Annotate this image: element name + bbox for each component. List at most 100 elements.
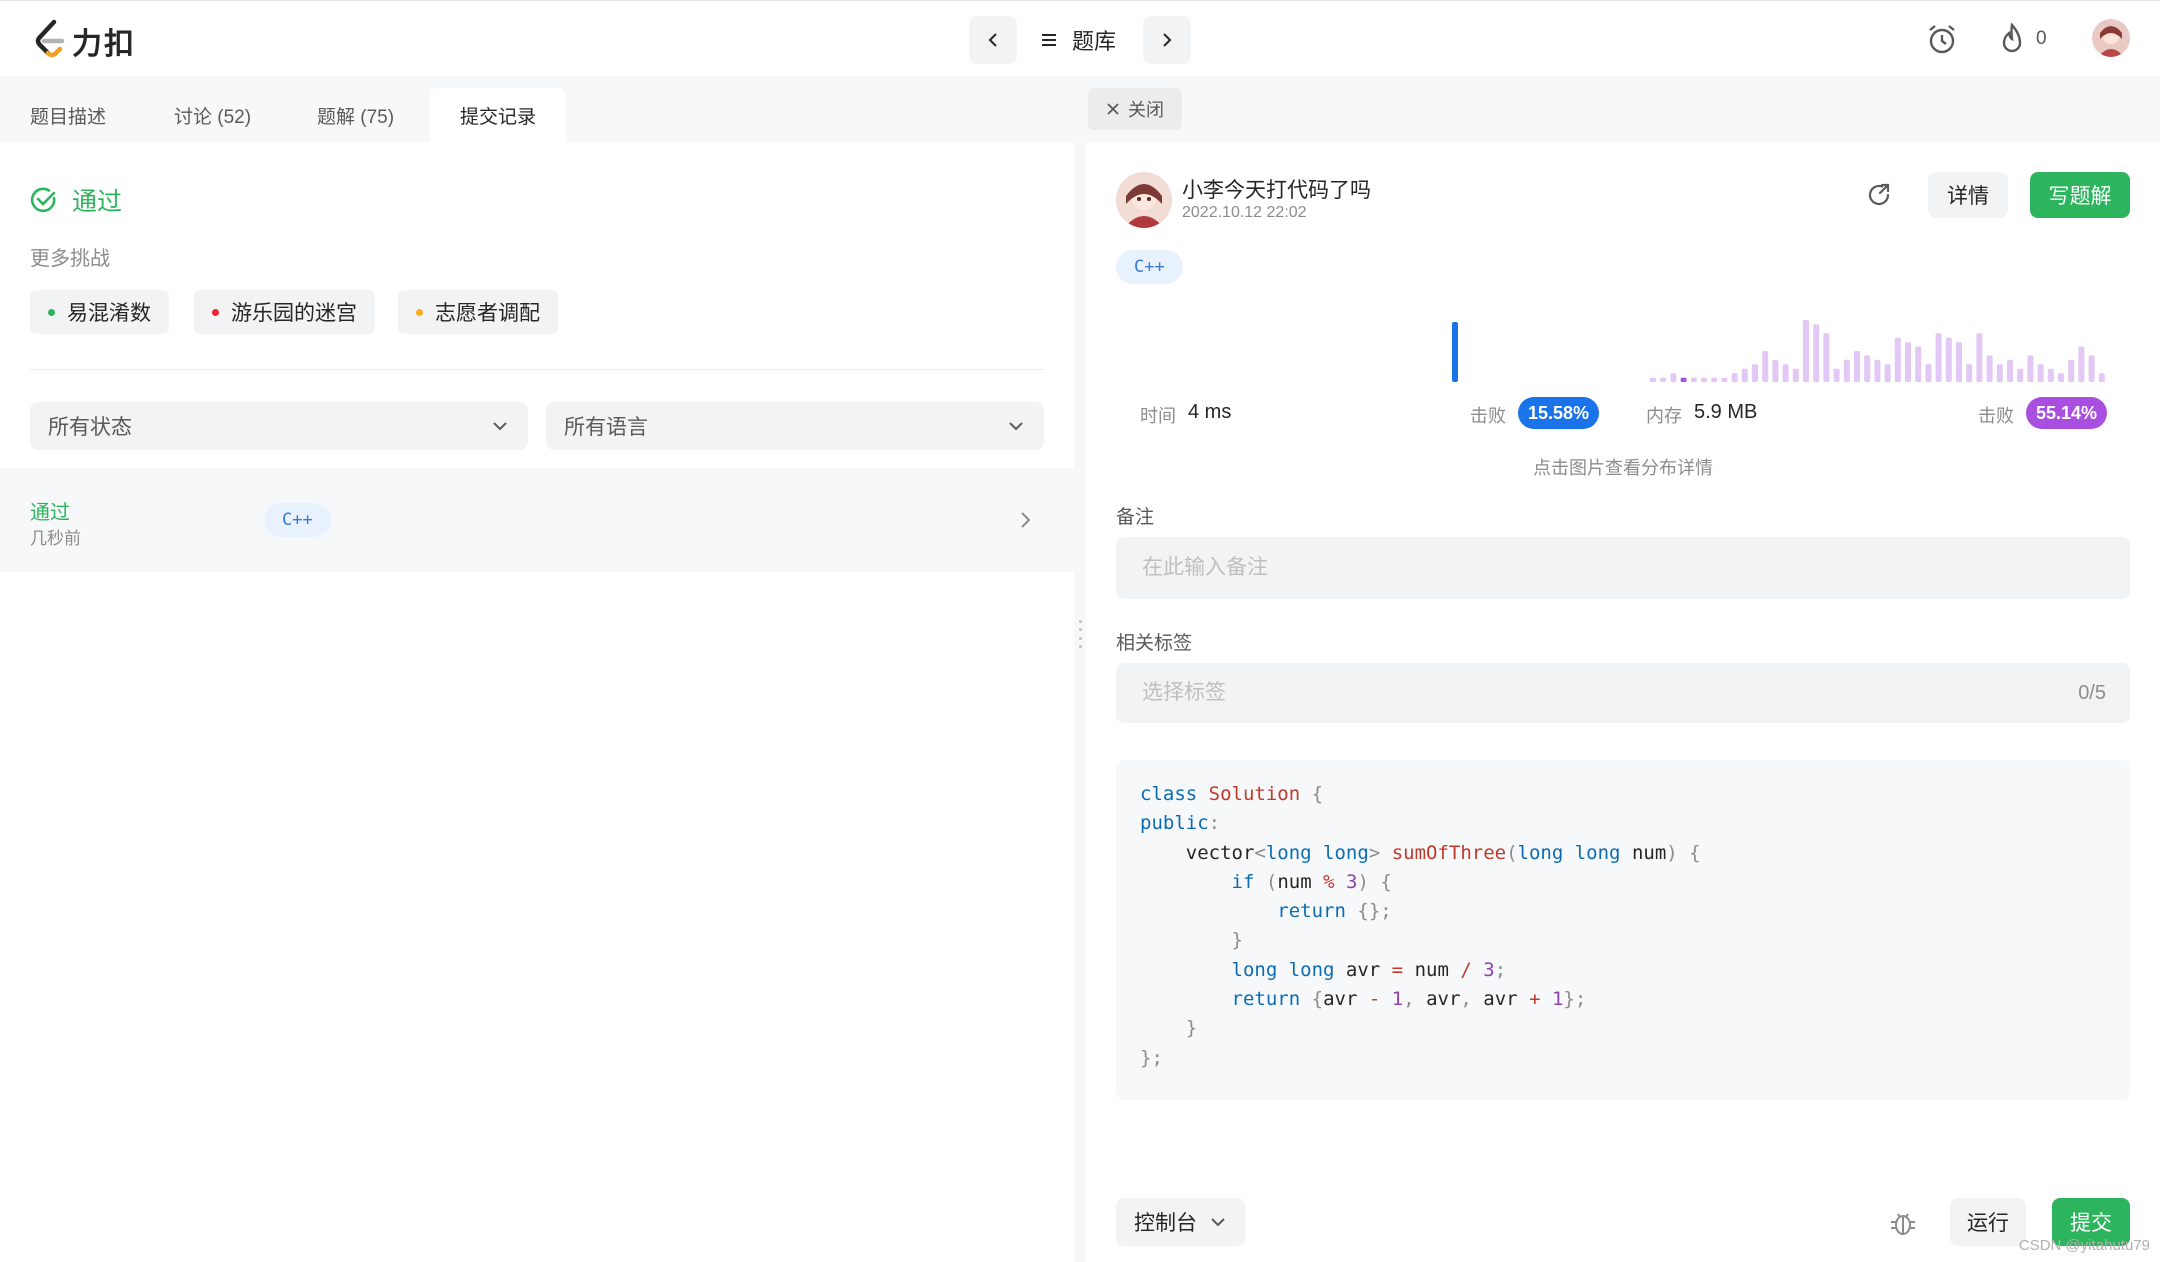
memory-bar xyxy=(1956,342,1962,382)
memory-bar xyxy=(1731,373,1738,382)
memory-bar xyxy=(2027,355,2034,382)
note-input[interactable] xyxy=(1116,537,2130,599)
memory-bar xyxy=(2098,373,2105,382)
memory-bar xyxy=(2058,373,2064,382)
memory-bar xyxy=(1905,342,1911,382)
chevron-right-icon xyxy=(1163,33,1172,47)
memory-distribution-chart[interactable] xyxy=(1646,312,2116,384)
debug-bug-icon[interactable] xyxy=(1886,1206,1920,1240)
runtime-distribution-chart[interactable] xyxy=(1126,312,1586,384)
memory-bar xyxy=(2068,359,2075,382)
tab-submissions[interactable]: 提交记录 xyxy=(430,88,567,142)
prev-problem-button[interactable] xyxy=(969,16,1017,64)
logo-text[interactable]: 力扣 xyxy=(72,19,136,63)
memory-label: 内存 xyxy=(1646,406,1682,426)
memory-bar xyxy=(1752,364,1758,382)
submissions-panel: 通过 更多挑战 易混淆数 游乐园的迷宫 志愿者调配 所有状态 所有语言 通过 几… xyxy=(0,142,1074,1262)
runtime-bar xyxy=(1452,322,1458,382)
challenge-chip[interactable]: 易混淆数 xyxy=(30,290,169,334)
memory-bar xyxy=(1894,337,1901,382)
memory-bar xyxy=(2007,359,2013,382)
tags-input[interactable] xyxy=(1116,663,2130,723)
detail-language-badge: C++ xyxy=(1116,250,1183,284)
close-detail-button[interactable]: 关闭 xyxy=(1088,88,1182,130)
difficulty-dot xyxy=(212,308,219,316)
more-challenges-title: 更多挑战 xyxy=(30,248,110,270)
time-label: 时间 xyxy=(1140,406,1176,426)
time-beat-badge: 15.58% xyxy=(1518,397,1600,429)
tab-discussion[interactable]: 讨论 (52) xyxy=(144,88,281,142)
challenge-label: 易混淆数 xyxy=(67,302,151,325)
time-beat-label: 击败 xyxy=(1470,406,1506,426)
challenge-chip[interactable]: 志愿者调配 xyxy=(398,290,558,334)
problem-bank-button[interactable]: 题库 xyxy=(1040,23,1116,57)
user-avatar[interactable] xyxy=(2092,19,2130,57)
leetcode-logo-icon[interactable] xyxy=(32,19,68,59)
result-status-text: 通过 xyxy=(72,188,123,216)
panel-splitter[interactable] xyxy=(1074,76,1086,1262)
memory-bar xyxy=(1833,368,1840,382)
time-value: 4 ms xyxy=(1188,401,1232,423)
memory-bar xyxy=(1884,364,1891,382)
language-filter-select[interactable]: 所有语言 xyxy=(546,402,1044,450)
memory-bar xyxy=(1986,355,1993,382)
submission-language-badge: C++ xyxy=(264,503,331,537)
memory-bar xyxy=(1864,355,1871,382)
submitter-name[interactable]: 小李今天打代码了吗 xyxy=(1182,174,1371,204)
detail-button[interactable]: 详情 xyxy=(1928,172,2008,218)
splitter-grip-icon[interactable] xyxy=(1078,620,1082,648)
challenge-chip[interactable]: 游乐园的迷宫 xyxy=(194,290,375,334)
memory-bar xyxy=(1996,364,2003,382)
status-filter-select[interactable]: 所有状态 xyxy=(30,402,528,450)
tags-label: 相关标签 xyxy=(1116,633,1193,654)
next-problem-button[interactable] xyxy=(1143,16,1191,64)
submitter-avatar[interactable] xyxy=(1116,172,1172,228)
tab-description[interactable]: 题目描述 xyxy=(0,88,136,142)
memory-bar xyxy=(1772,359,1779,382)
language-filter-value: 所有语言 xyxy=(564,416,648,439)
distribution-hint[interactable]: 点击图片查看分布详情 xyxy=(1086,454,2160,480)
share-icon[interactable] xyxy=(1864,180,1894,210)
alarm-clock-icon[interactable] xyxy=(1924,21,1960,57)
tab-solutions[interactable]: 题解 (75) xyxy=(287,88,424,142)
memory-bar xyxy=(1915,346,1922,382)
code-viewer[interactable]: class Solution { public: vector<long lon… xyxy=(1116,760,2130,1100)
memory-bar xyxy=(1874,359,1881,382)
console-label: 控制台 xyxy=(1134,1212,1197,1235)
memory-bar xyxy=(2037,364,2044,382)
memory-bar xyxy=(1966,364,1973,382)
memory-bar xyxy=(1680,377,1687,382)
chevron-left-icon xyxy=(988,33,997,47)
memory-bar xyxy=(1925,364,1932,382)
streak-counter[interactable]: 0 xyxy=(1998,21,2047,57)
memory-bar xyxy=(1721,377,1728,382)
menu-icon xyxy=(1042,34,1056,46)
memory-beat-badge: 55.14% xyxy=(2026,397,2108,429)
memory-bar xyxy=(1660,377,1667,382)
submission-detail-panel: 小李今天打代码了吗 2022.10.12 22:02 详情 写题解 C++ 时间… xyxy=(1086,142,2160,1262)
chevron-down-icon xyxy=(493,422,507,431)
close-label: 关闭 xyxy=(1128,100,1164,120)
memory-bar xyxy=(1762,351,1769,382)
chevron-right-icon xyxy=(1021,512,1031,528)
top-bar: 力扣 题库 0 xyxy=(0,0,2160,76)
submission-status[interactable]: 通过 xyxy=(30,496,70,525)
submission-time: 几秒前 xyxy=(30,529,81,548)
memory-bar xyxy=(1976,333,1983,382)
memory-bar xyxy=(1854,351,1860,382)
left-tab-bar: 题目描述 讨论 (52) 题解 (75) 提交记录 xyxy=(0,76,1074,142)
memory-bar xyxy=(2017,368,2024,382)
console-toggle-button[interactable]: 控制台 xyxy=(1116,1198,1245,1246)
memory-bar xyxy=(2047,368,2054,382)
submission-row[interactable]: 通过 几秒前 C++ xyxy=(0,468,1074,572)
memory-bar xyxy=(1782,364,1789,382)
challenge-label: 志愿者调配 xyxy=(435,302,540,325)
watermark: CSDN @yitahutu79 xyxy=(2018,1237,2150,1254)
run-button[interactable]: 运行 xyxy=(1950,1198,2026,1246)
difficulty-dot xyxy=(416,308,423,316)
flame-icon xyxy=(2002,22,2022,53)
streak-count: 0 xyxy=(2036,28,2047,49)
memory-bar xyxy=(1741,368,1748,382)
chevron-down-icon xyxy=(1009,422,1023,431)
write-solution-button[interactable]: 写题解 xyxy=(2030,172,2130,218)
